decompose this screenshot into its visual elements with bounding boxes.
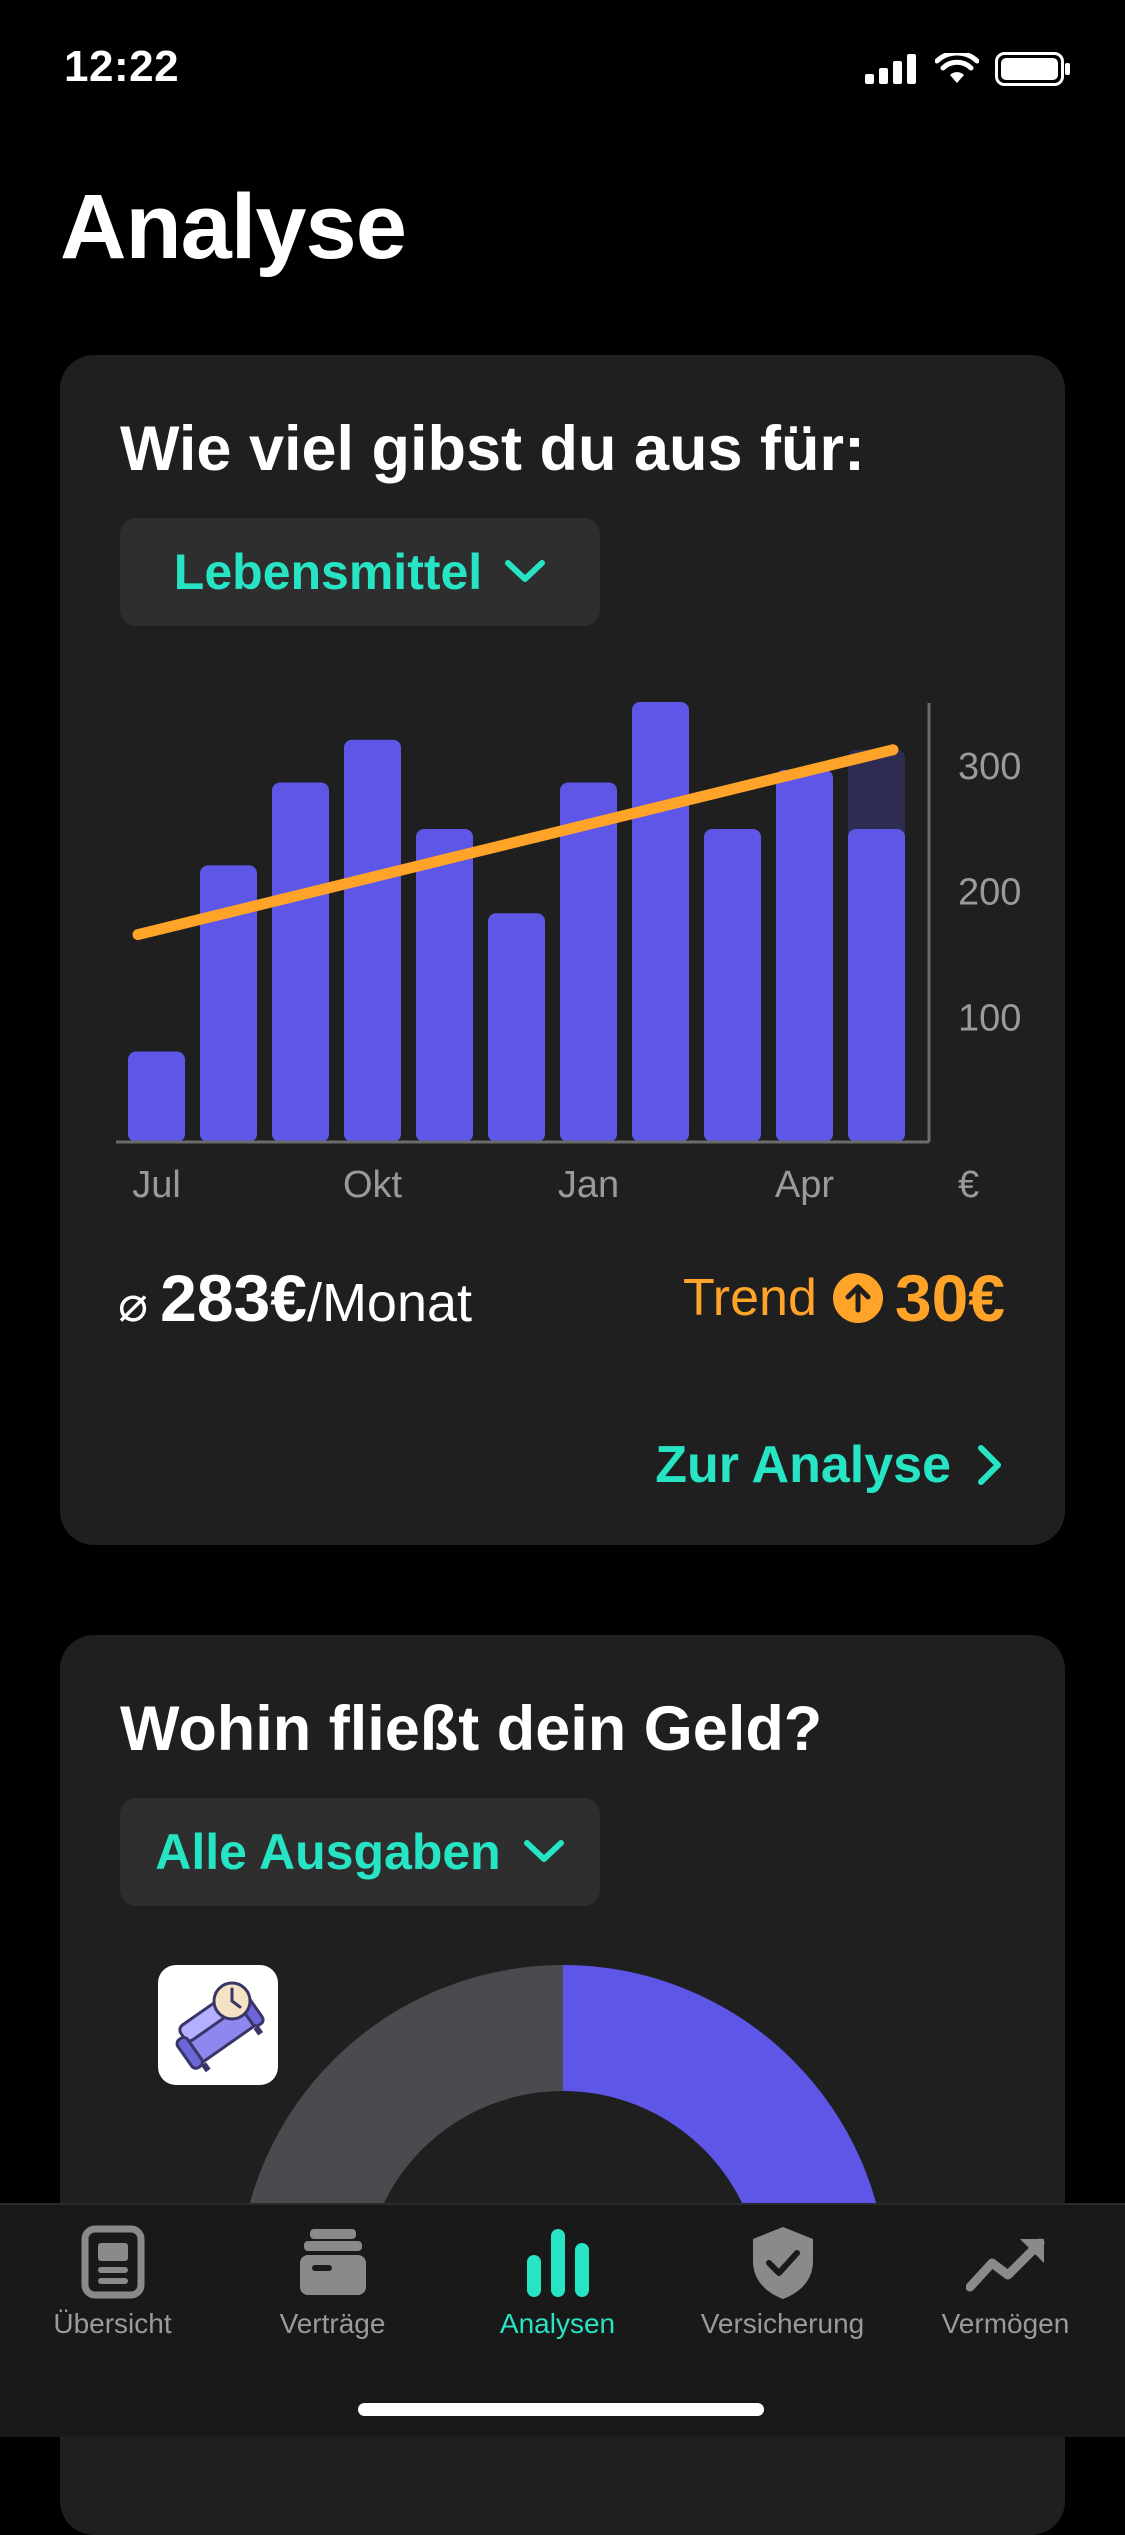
average-unit: /Monat [306,1273,473,1333]
average-symbol: ⌀ [118,1276,149,1332]
tab-contracts-label: Verträge [279,2308,386,2339]
arrow-up-icon [832,1273,883,1323]
chevron-right-icon [978,1445,1001,1485]
chart-bar [488,913,545,1142]
insurance-shield-icon [752,2227,813,2299]
tab-insurance-label: Versicherung [700,2308,865,2339]
home-indicator [358,2403,764,2416]
wealth-trend-icon [965,2238,1044,2292]
tab-overview-label: Übersicht [53,2308,172,2339]
x-tick-label: Jan [558,1164,619,1206]
tab-wealth[interactable]: Vermögen [893,2205,1118,2405]
y-axis-unit-label: € [958,1164,979,1206]
tab-bar: Übersicht Verträge Analysen Versicherung… [0,2203,1125,2437]
cellular-signal-icon [865,54,916,84]
average-value: 283€ [160,1261,307,1335]
to-analysis-link[interactable]: Zur Analyse [655,1435,1003,1495]
x-tick-label: Apr [775,1164,834,1206]
tab-contracts[interactable]: Verträge [220,2205,445,2405]
spending-bar-chart: 100 200 300 € Jul Okt Jan Apr [116,702,1021,1206]
to-analysis-label: Zur Analyse [655,1436,951,1494]
spending-card: Wie viel gibst du aus für: Lebensmittel … [60,355,1065,1545]
average-spending: ⌀ 283€ /Monat [118,1260,472,1336]
y-tick-label: 300 [958,746,1021,788]
analytics-icon [526,2229,589,2297]
tab-wealth-label: Vermögen [941,2308,1070,2339]
tab-insurance[interactable]: Versicherung [670,2205,895,2405]
chart-bar [272,782,329,1142]
wifi-icon [935,53,979,83]
page-title: Analyse [60,176,407,278]
x-tick-label: Jul [132,1164,181,1206]
tab-overview[interactable]: Übersicht [0,2205,225,2405]
tab-analytics[interactable]: Analysen [445,2205,670,2405]
trend-label: Trend [682,1269,817,1327]
chart-bar [704,828,761,1142]
chart-bar [128,1051,185,1142]
y-tick-label: 200 [958,872,1021,914]
trend-value: 30€ [894,1261,1005,1335]
overview-icon [81,2225,144,2299]
status-time: 12:22 [64,42,180,91]
tab-analytics-label: Analysen [499,2308,616,2339]
chart-bar [560,782,617,1142]
chart-bar [848,828,905,1142]
trend-indicator: Trend 30€ [683,1260,1005,1336]
chart-bar [776,769,833,1142]
category-sofa-icon[interactable] [158,1965,278,2085]
chart-bar [344,739,401,1142]
contracts-icon [299,2229,366,2295]
status-icons [865,52,1071,86]
x-tick-label: Okt [343,1164,403,1206]
chart-bar [416,828,473,1142]
battery-icon [995,52,1070,86]
y-tick-label: 100 [958,997,1021,1039]
chart-bar [632,702,689,1142]
status-bar: 12:22 [0,0,1125,140]
